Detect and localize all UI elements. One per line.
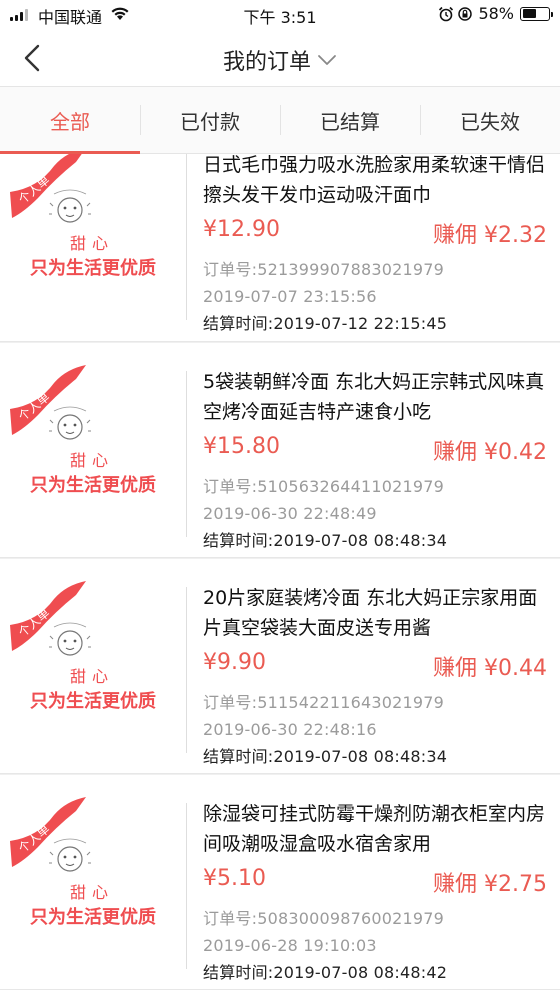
divider bbox=[186, 803, 187, 969]
order-list[interactable]: 个人单 甜心 只为生活更优质 日式毛巾强力吸水洗脸家用柔软速干情侣擦头发干发巾运… bbox=[0, 154, 560, 995]
tab-label: 已失效 bbox=[460, 109, 520, 134]
order-price: ¥9.90 bbox=[203, 650, 266, 675]
order-item[interactable]: 个人单 甜心 只为生活更优质 除湿袋可挂式防霉干燥剂防潮衣柜室内房间吸潮吸湿盒吸… bbox=[0, 774, 560, 990]
thumbnail-slogan: 只为生活更优质 bbox=[30, 258, 156, 279]
thumbnail-slogan: 只为生活更优质 bbox=[30, 475, 156, 496]
divider bbox=[186, 371, 187, 537]
cartoon-face-icon bbox=[49, 622, 91, 656]
battery-percent: 58% bbox=[478, 4, 514, 23]
settlement-time: 结算时间:2019-07-12 22:15:45 bbox=[203, 314, 448, 333]
cartoon-face-icon bbox=[49, 189, 91, 223]
settlement-time: 结算时间:2019-07-08 08:48:42 bbox=[203, 963, 448, 982]
commission-amount: 赚佣 ¥0.42 bbox=[433, 440, 547, 465]
nav-bar: 我的订单 bbox=[0, 30, 560, 86]
order-filter-dropdown[interactable]: 我的订单 bbox=[223, 44, 337, 76]
cartoon-face-icon bbox=[49, 406, 91, 440]
status-bar: 中国联通 下午 3:51 58% bbox=[0, 0, 560, 30]
tab-settled[interactable]: 已结算 bbox=[280, 87, 420, 153]
tab-label: 全部 bbox=[50, 109, 90, 134]
order-status-tabs: 全部 已付款 已结算 已失效 bbox=[0, 86, 560, 154]
settlement-time: 结算时间:2019-07-08 08:48:34 bbox=[203, 531, 448, 550]
battery-icon bbox=[520, 6, 553, 21]
order-created-time: 2019-06-30 22:48:49 bbox=[203, 504, 377, 523]
product-thumbnail: 个人单 甜心 只为生活更优质 bbox=[6, 154, 176, 318]
order-created-time: 2019-06-30 22:48:16 bbox=[203, 720, 377, 739]
product-title[interactable]: 20片家庭装烤冷面 东北大妈正宗家用面片真空袋装大面皮送专用酱 bbox=[203, 583, 553, 643]
product-title[interactable]: 5袋装朝鲜冷面 东北大妈正宗韩式风味真空烤冷面延吉特产速食小吃 bbox=[203, 367, 553, 427]
order-number: 订单号:521399907883021979 bbox=[203, 260, 445, 279]
tab-label: 已付款 bbox=[180, 109, 240, 134]
orientation-lock-icon bbox=[458, 6, 473, 21]
cartoon-face-icon bbox=[49, 838, 91, 872]
tab-paid[interactable]: 已付款 bbox=[140, 87, 280, 153]
product-thumbnail: 个人单 甜心 只为生活更优质 bbox=[6, 581, 176, 751]
commission-amount: 赚佣 ¥0.44 bbox=[433, 656, 547, 681]
tab-all[interactable]: 全部 bbox=[0, 87, 140, 154]
chevron-down-icon bbox=[318, 55, 336, 65]
order-number: 订单号:510563264411021979 bbox=[203, 477, 445, 496]
commission-amount: 赚佣 ¥2.32 bbox=[433, 223, 547, 248]
thumbnail-slogan: 只为生活更优质 bbox=[30, 907, 156, 928]
product-title[interactable]: 日式毛巾强力吸水洗脸家用柔软速干情侣擦头发干发巾运动吸汗面巾 bbox=[203, 154, 553, 210]
tab-invalid[interactable]: 已失效 bbox=[420, 87, 560, 153]
thumbnail-slogan: 只为生活更优质 bbox=[30, 691, 156, 712]
commission-amount: 赚佣 ¥2.75 bbox=[433, 872, 547, 897]
divider bbox=[186, 587, 187, 753]
order-created-time: 2019-06-28 19:10:03 bbox=[203, 936, 377, 955]
order-number: 订单号:511542211643021979 bbox=[203, 693, 445, 712]
order-number: 订单号:508300098760021979 bbox=[203, 909, 445, 928]
order-item[interactable]: 个人单 甜心 只为生活更优质 20片家庭装烤冷面 东北大妈正宗家用面片真空袋装大… bbox=[0, 558, 560, 774]
divider bbox=[186, 154, 187, 320]
settlement-time: 结算时间:2019-07-08 08:48:34 bbox=[203, 747, 448, 766]
product-thumbnail: 个人单 甜心 只为生活更优质 bbox=[6, 365, 176, 535]
product-thumbnail: 个人单 甜心 只为生活更优质 bbox=[6, 797, 176, 967]
tab-label: 已结算 bbox=[320, 109, 380, 134]
thumbnail-tian-text: 甜心 bbox=[70, 667, 115, 686]
order-price: ¥12.90 bbox=[203, 217, 280, 242]
thumbnail-tian-text: 甜心 bbox=[70, 883, 115, 902]
order-created-time: 2019-07-07 23:15:56 bbox=[203, 287, 377, 306]
alarm-icon bbox=[439, 6, 454, 21]
order-price: ¥5.10 bbox=[203, 866, 266, 891]
thumbnail-tian-text: 甜心 bbox=[70, 451, 115, 470]
order-item[interactable]: 个人单 甜心 只为生活更优质 5袋装朝鲜冷面 东北大妈正宗韩式风味真空烤冷面延吉… bbox=[0, 342, 560, 558]
product-title[interactable]: 除湿袋可挂式防霉干燥剂防潮衣柜室内房间吸潮吸湿盒吸水宿舍家用 bbox=[203, 799, 553, 859]
order-item[interactable]: 个人单 甜心 只为生活更优质 日式毛巾强力吸水洗脸家用柔软速干情侣擦头发干发巾运… bbox=[0, 154, 560, 342]
page-title: 我的订单 bbox=[222, 50, 311, 75]
order-price: ¥15.80 bbox=[203, 434, 280, 459]
thumbnail-tian-text: 甜心 bbox=[70, 234, 115, 253]
